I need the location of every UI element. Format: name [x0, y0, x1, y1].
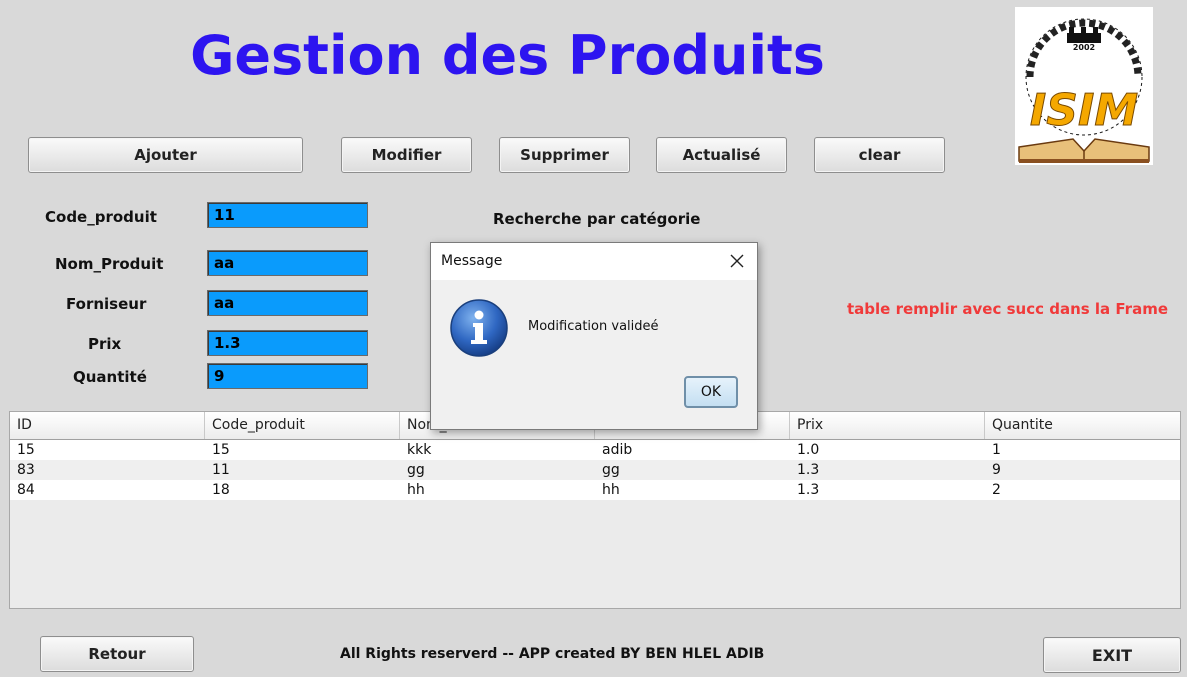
retour-button[interactable]: Retour [40, 636, 194, 672]
code-produit-label: Code_produit [45, 208, 157, 226]
ajouter-button[interactable]: Ajouter [28, 137, 303, 173]
nom-produit-label: Nom_Produit [55, 255, 164, 273]
table-cell: gg [407, 462, 425, 478]
dialog-titlebar: Message [431, 243, 757, 280]
message-dialog: Message Modification valideé OK [430, 242, 758, 430]
nom-produit-field[interactable]: aa [207, 250, 368, 276]
logo-year: 2002 [1073, 43, 1095, 52]
table-cell: 1 [992, 442, 1001, 458]
table-cell: hh [407, 482, 425, 498]
table-cell: 2 [992, 482, 1001, 498]
modifier-button[interactable]: Modifier [341, 137, 472, 173]
column-header-prix[interactable]: Prix [790, 412, 985, 439]
table-cell: 18 [212, 482, 230, 498]
isim-logo: 2002 ISIM [1015, 7, 1153, 165]
quantite-label: Quantité [73, 368, 147, 386]
quantite-field[interactable]: 9 [207, 363, 368, 389]
supprimer-button[interactable]: Supprimer [499, 137, 630, 173]
table-cell: 1.0 [797, 442, 820, 458]
logo-text: ISIM [1030, 85, 1138, 136]
search-category-label: Recherche par catégorie [493, 210, 701, 228]
products-table[interactable]: ID Code_produit Nom_Produit Forniseur Pr… [9, 411, 1181, 609]
table-row[interactable]: 84 18 hh hh 1.3 2 [10, 480, 1180, 500]
table-cell: 83 [17, 462, 35, 478]
code-produit-field[interactable]: 11 [207, 202, 368, 228]
column-header-code-produit[interactable]: Code_produit [205, 412, 400, 439]
table-cell: 1.3 [797, 462, 820, 478]
fournisseur-field[interactable]: aa [207, 290, 368, 316]
prix-label: Prix [88, 335, 122, 353]
dialog-title: Message [441, 253, 503, 269]
table-cell: adib [602, 442, 633, 458]
table-row[interactable]: 15 15 kkk adib 1.0 1 [10, 440, 1180, 460]
table-cell: 15 [212, 442, 230, 458]
status-message: table remplir avec succ dans la Frame [847, 300, 1168, 318]
dialog-message: Modification valideé [528, 319, 659, 334]
column-header-id[interactable]: ID [10, 412, 205, 439]
table-cell: 9 [992, 462, 1001, 478]
table-cell: kkk [407, 442, 432, 458]
table-cell: hh [602, 482, 620, 498]
table-cell: 1.3 [797, 482, 820, 498]
table-cell: gg [602, 462, 620, 478]
close-icon[interactable] [729, 253, 745, 269]
fournisseur-label: Forniseur [66, 295, 147, 313]
clear-button[interactable]: clear [814, 137, 945, 173]
table-row[interactable]: 83 11 gg gg 1.3 9 [10, 460, 1180, 480]
column-header-quantite[interactable]: Quantite [985, 412, 1180, 439]
exit-button[interactable]: EXIT [1043, 637, 1181, 673]
table-cell: 11 [212, 462, 230, 478]
prix-field[interactable]: 1.3 [207, 330, 368, 356]
actualise-button[interactable]: Actualisé [656, 137, 787, 173]
table-cell: 15 [17, 442, 35, 458]
footer-credits: All Rights reserverd -- APP created BY B… [340, 646, 765, 662]
table-cell: 84 [17, 482, 35, 498]
page-title: Gestion des Produits [190, 24, 825, 87]
info-icon [450, 299, 508, 357]
ok-button[interactable]: OK [684, 376, 738, 408]
